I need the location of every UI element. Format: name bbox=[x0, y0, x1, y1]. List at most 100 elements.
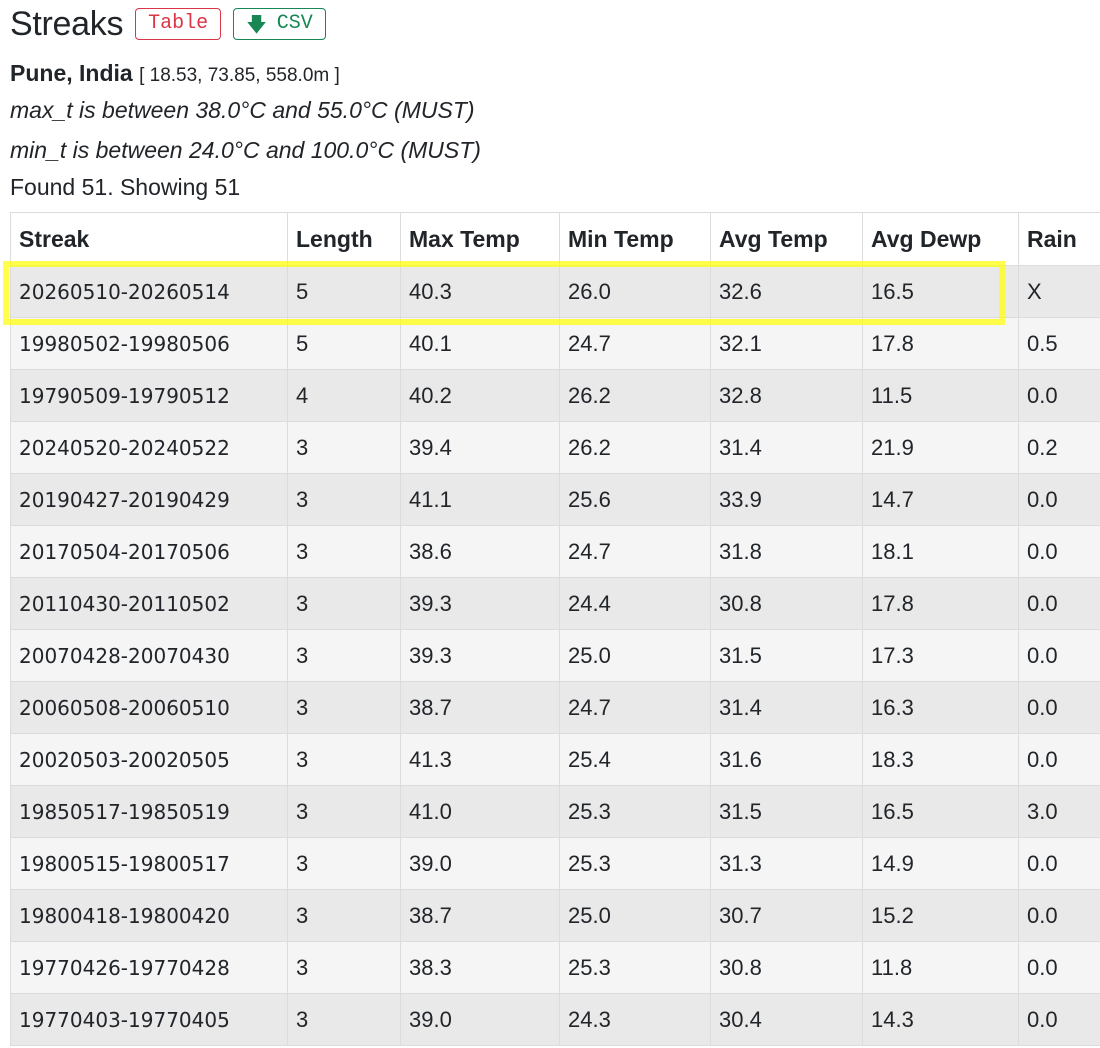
cell-max-temp: 40.2 bbox=[400, 369, 560, 422]
cell-length: 3 bbox=[287, 629, 401, 682]
cell-max-temp: 39.3 bbox=[400, 577, 560, 630]
cell-avg-temp: 32.1 bbox=[710, 317, 863, 370]
cell-streak: 19800418-19800420 bbox=[10, 889, 288, 942]
cell-rain: 0.0 bbox=[1018, 369, 1100, 422]
cell-max-temp: 41.1 bbox=[400, 473, 560, 526]
cell-length: 3 bbox=[287, 525, 401, 578]
cell-min-temp: 25.0 bbox=[559, 629, 711, 682]
cell-min-temp: 25.4 bbox=[559, 733, 711, 786]
cell-length: 4 bbox=[287, 369, 401, 422]
cell-streak: 20070428-20070430 bbox=[10, 629, 288, 682]
cell-avg-temp: 31.4 bbox=[710, 421, 863, 474]
cell-length: 3 bbox=[287, 837, 401, 890]
column-header-avg-dewp[interactable]: Avg Dewp bbox=[862, 212, 1019, 266]
table-row: 19790509-19790512 4 40.2 26.2 32.8 11.5 0.0 bbox=[10, 369, 1100, 422]
cell-avg-temp: 31.6 bbox=[710, 733, 863, 786]
cell-rain: 0.0 bbox=[1018, 993, 1100, 1046]
cell-streak: 20170504-20170506 bbox=[10, 525, 288, 578]
found-count: Found 51. Showing 51 bbox=[10, 174, 241, 200]
cell-max-temp: 40.3 bbox=[400, 265, 560, 318]
cell-length: 3 bbox=[287, 421, 401, 474]
cell-streak: 20240520-20240522 bbox=[10, 421, 288, 474]
cell-min-temp: 26.2 bbox=[559, 369, 711, 422]
cell-streak: 20260510-20260514 bbox=[10, 265, 288, 318]
streaks-page: Streaks Table 🡇 CSV Pune, India [ 18.53,… bbox=[0, 0, 1100, 1048]
download-arrow-icon: 🡇 bbox=[246, 12, 267, 36]
csv-button-label: CSV bbox=[276, 12, 313, 35]
cell-min-temp: 24.4 bbox=[559, 577, 711, 630]
cell-max-temp: 39.4 bbox=[400, 421, 560, 474]
cell-avg-dewp: 16.3 bbox=[862, 681, 1019, 734]
table-row: 19800515-19800517 3 39.0 25.3 31.3 14.9 0.0 bbox=[10, 837, 1100, 890]
table-row: 19770426-19770428 3 38.3 25.3 30.8 11.8 0.0 bbox=[10, 941, 1100, 994]
cell-avg-dewp: 14.3 bbox=[862, 993, 1019, 1046]
cell-avg-temp: 30.7 bbox=[710, 889, 863, 942]
cell-avg-temp: 30.8 bbox=[710, 577, 863, 630]
cell-rain: 3.0 bbox=[1018, 785, 1100, 838]
cell-max-temp: 38.7 bbox=[400, 889, 560, 942]
table-row: 20070428-20070430 3 39.3 25.0 31.5 17.3 0.0 bbox=[10, 629, 1100, 682]
cell-avg-dewp: 15.2 bbox=[862, 889, 1019, 942]
cell-min-temp: 25.3 bbox=[559, 941, 711, 994]
cell-rain: 0.0 bbox=[1018, 681, 1100, 734]
cell-max-temp: 39.3 bbox=[400, 629, 560, 682]
cell-rain: 0.0 bbox=[1018, 577, 1100, 630]
cell-min-temp: 24.7 bbox=[559, 317, 711, 370]
cell-min-temp: 25.3 bbox=[559, 785, 711, 838]
cell-avg-temp: 30.8 bbox=[710, 941, 863, 994]
table-row: 20110430-20110502 3 39.3 24.4 30.8 17.8 0.0 bbox=[10, 577, 1100, 630]
cell-min-temp: 26.0 bbox=[559, 265, 711, 318]
cell-min-temp: 24.3 bbox=[559, 993, 711, 1046]
cell-streak: 19800515-19800517 bbox=[10, 837, 288, 890]
table-row: 20170504-20170506 3 38.6 24.7 31.8 18.1 0.0 bbox=[10, 525, 1100, 578]
table-body: 20260510-20260514 5 40.3 26.0 32.6 16.5 X 19980… bbox=[10, 265, 1100, 1046]
cell-rain: 0.0 bbox=[1018, 889, 1100, 942]
cell-rain: 0.0 bbox=[1018, 629, 1100, 682]
location-name: Pune, India bbox=[10, 60, 133, 86]
cell-avg-temp: 32.6 bbox=[710, 265, 863, 318]
column-header-streak[interactable]: Streak bbox=[10, 212, 288, 266]
cell-rain: 0.5 bbox=[1018, 317, 1100, 370]
table-row: 19800418-19800420 3 38.7 25.0 30.7 15.2 0.0 bbox=[10, 889, 1100, 942]
cell-avg-dewp: 16.5 bbox=[862, 785, 1019, 838]
cell-max-temp: 38.3 bbox=[400, 941, 560, 994]
cell-rain: 0.0 bbox=[1018, 837, 1100, 890]
cell-streak: 19770403-19770405 bbox=[10, 993, 288, 1046]
cell-length: 3 bbox=[287, 681, 401, 734]
streaks-table: Streak Length Max Temp Min Temp Avg Temp Avg … bbox=[10, 212, 1100, 1046]
cell-streak: 20190427-20190429 bbox=[10, 473, 288, 526]
cell-avg-temp: 32.8 bbox=[710, 369, 863, 422]
cell-avg-dewp: 16.5 bbox=[862, 265, 1019, 318]
cell-length: 3 bbox=[287, 733, 401, 786]
cell-avg-temp: 31.5 bbox=[710, 629, 863, 682]
table-button[interactable]: Table bbox=[135, 8, 222, 40]
cell-length: 3 bbox=[287, 941, 401, 994]
cell-min-temp: 26.2 bbox=[559, 421, 711, 474]
cell-rain: 0.0 bbox=[1018, 473, 1100, 526]
cell-streak: 19850517-19850519 bbox=[10, 785, 288, 838]
csv-download-button[interactable]: 🡇 CSV bbox=[233, 8, 326, 40]
column-header-rain[interactable]: Rain bbox=[1018, 212, 1100, 266]
cell-min-temp: 25.3 bbox=[559, 837, 711, 890]
cell-length: 3 bbox=[287, 473, 401, 526]
column-header-min-temp[interactable]: Min Temp bbox=[559, 212, 711, 266]
cell-rain: 0.0 bbox=[1018, 733, 1100, 786]
cell-max-temp: 39.0 bbox=[400, 993, 560, 1046]
table-row: 20060508-20060510 3 38.7 24.7 31.4 16.3 0.0 bbox=[10, 681, 1100, 734]
cell-rain: X bbox=[1018, 265, 1100, 318]
cell-streak: 19980502-19980506 bbox=[10, 317, 288, 370]
cell-rain: 0.0 bbox=[1018, 941, 1100, 994]
cell-length: 3 bbox=[287, 577, 401, 630]
cell-avg-dewp: 17.8 bbox=[862, 577, 1019, 630]
table-row: 19770403-19770405 3 39.0 24.3 30.4 14.3 0.0 bbox=[10, 993, 1100, 1046]
table-row: 20240520-20240522 3 39.4 26.2 31.4 21.9 0.2 bbox=[10, 421, 1100, 474]
column-header-max-temp[interactable]: Max Temp bbox=[400, 212, 560, 266]
cell-max-temp: 41.0 bbox=[400, 785, 560, 838]
cell-streak: 19790509-19790512 bbox=[10, 369, 288, 422]
column-header-length[interactable]: Length bbox=[287, 212, 401, 266]
cell-max-temp: 38.7 bbox=[400, 681, 560, 734]
cell-avg-dewp: 17.3 bbox=[862, 629, 1019, 682]
column-header-avg-temp[interactable]: Avg Temp bbox=[710, 212, 863, 266]
cell-avg-dewp: 11.8 bbox=[862, 941, 1019, 994]
cell-length: 5 bbox=[287, 317, 401, 370]
